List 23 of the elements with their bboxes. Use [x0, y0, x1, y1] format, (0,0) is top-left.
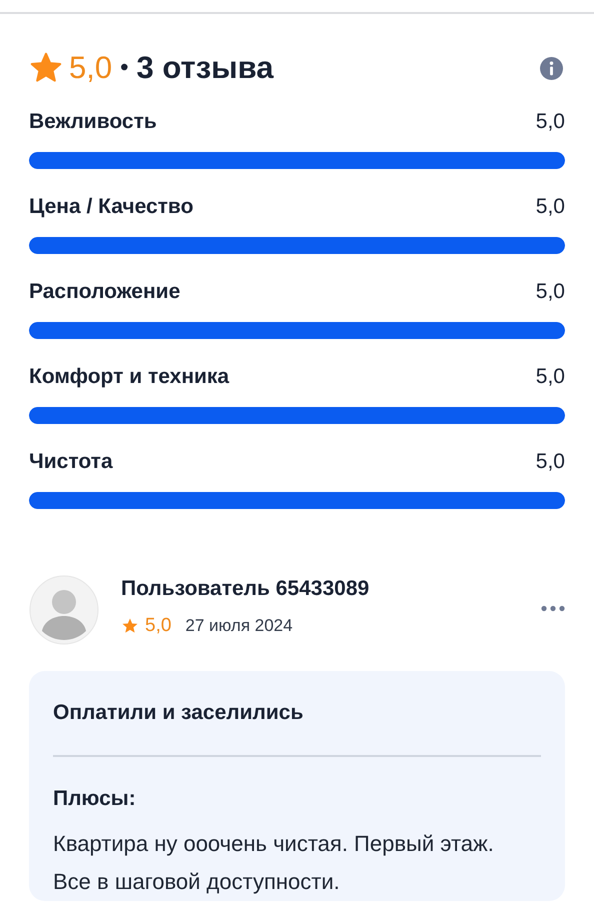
more-icon[interactable]: [541, 605, 565, 612]
category-label: Комфорт и техника: [29, 365, 230, 389]
star-icon: [121, 617, 139, 635]
review-count: 3 отзыва: [136, 50, 274, 86]
category-score: 5,0: [536, 280, 565, 304]
category-score: 5,0: [536, 195, 565, 219]
category-score: 5,0: [536, 365, 565, 389]
review-rating: 5,0: [145, 615, 172, 637]
category-label: Вежливость: [29, 110, 157, 134]
review-date: 27 июля 2024: [185, 616, 293, 636]
review-title: Оплатили и заселились: [53, 701, 304, 725]
separator-dot: •: [120, 54, 129, 82]
average-rating: 5,0: [69, 50, 112, 86]
avatar: [29, 575, 99, 645]
author-name: Пользователь 65433089: [121, 577, 370, 601]
category-label: Расположение: [29, 280, 180, 304]
pros-text: Квартира ну ооочень чистая. Первый этаж. Все в шаговой доступности.: [53, 830, 495, 896]
category-score: 5,0: [536, 110, 565, 134]
category-label: Чистота: [29, 450, 113, 474]
pros-label: Плюсы:: [53, 787, 137, 811]
category-score: 5,0: [536, 450, 565, 474]
info-icon[interactable]: [540, 56, 563, 80]
category-label: Цена / Качество: [29, 195, 194, 219]
